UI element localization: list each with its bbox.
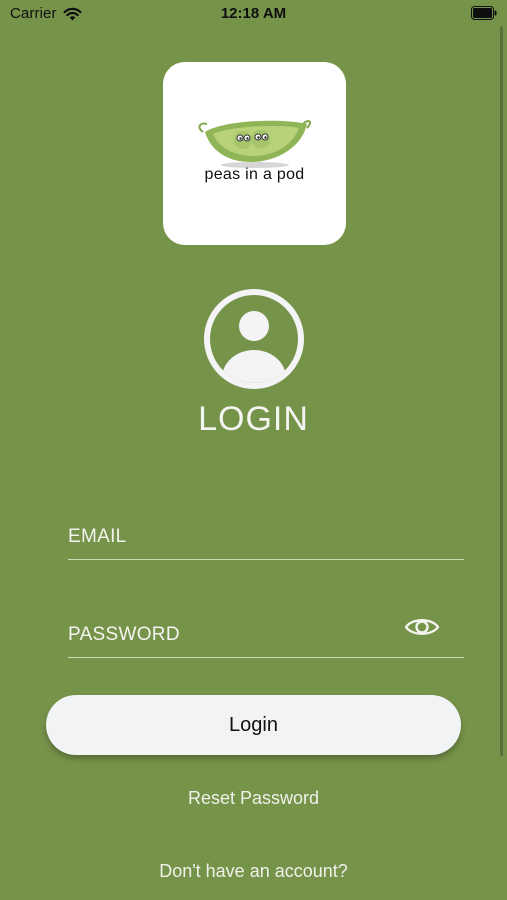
battery-icon [471,6,497,20]
peapod-logo-icon [198,120,311,168]
eye-icon[interactable] [404,613,440,641]
scrollbar[interactable] [500,26,503,756]
reset-password-link[interactable]: Reset Password [0,788,507,809]
signup-link[interactable]: Don't have an account? [0,861,507,882]
password-field-container [68,617,464,658]
login-button[interactable]: Login [46,695,461,755]
page-title: LOGIN [198,400,309,438]
logo-wordmark: peas in a pod [204,166,305,183]
email-field-container [68,519,464,560]
password-field[interactable] [68,617,398,653]
user-profile-icon [204,289,304,389]
status-bar: Carrier 12:18 AM [0,0,507,28]
email-field[interactable] [68,519,398,555]
app-logo-card: peas in a pod [163,62,346,245]
status-time: 12:18 AM [220,5,287,22]
